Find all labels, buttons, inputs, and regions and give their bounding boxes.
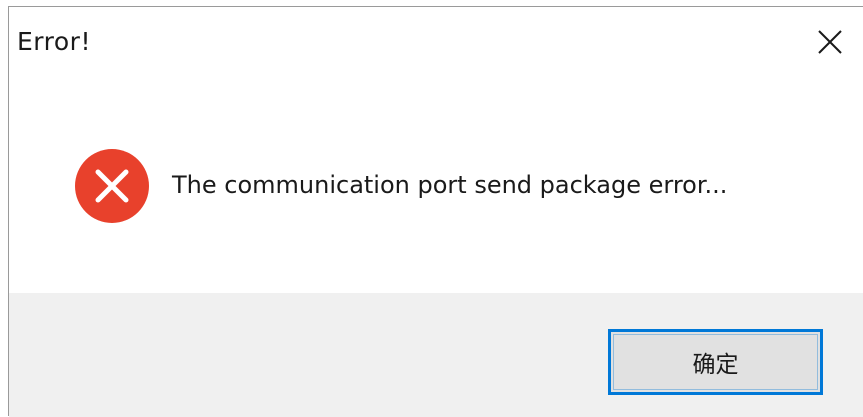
close-icon [818, 30, 842, 54]
dialog-title: Error! [17, 27, 91, 56]
title-bar: Error! [9, 7, 863, 79]
message-area: The communication port send package erro… [9, 79, 863, 293]
error-message: The communication port send package erro… [172, 171, 728, 199]
error-icon [75, 149, 149, 223]
close-button[interactable] [805, 17, 855, 67]
error-dialog: Error! The communication port send packa… [8, 6, 863, 417]
button-bar: 确定 [9, 293, 863, 417]
ok-button[interactable]: 确定 [608, 329, 823, 395]
